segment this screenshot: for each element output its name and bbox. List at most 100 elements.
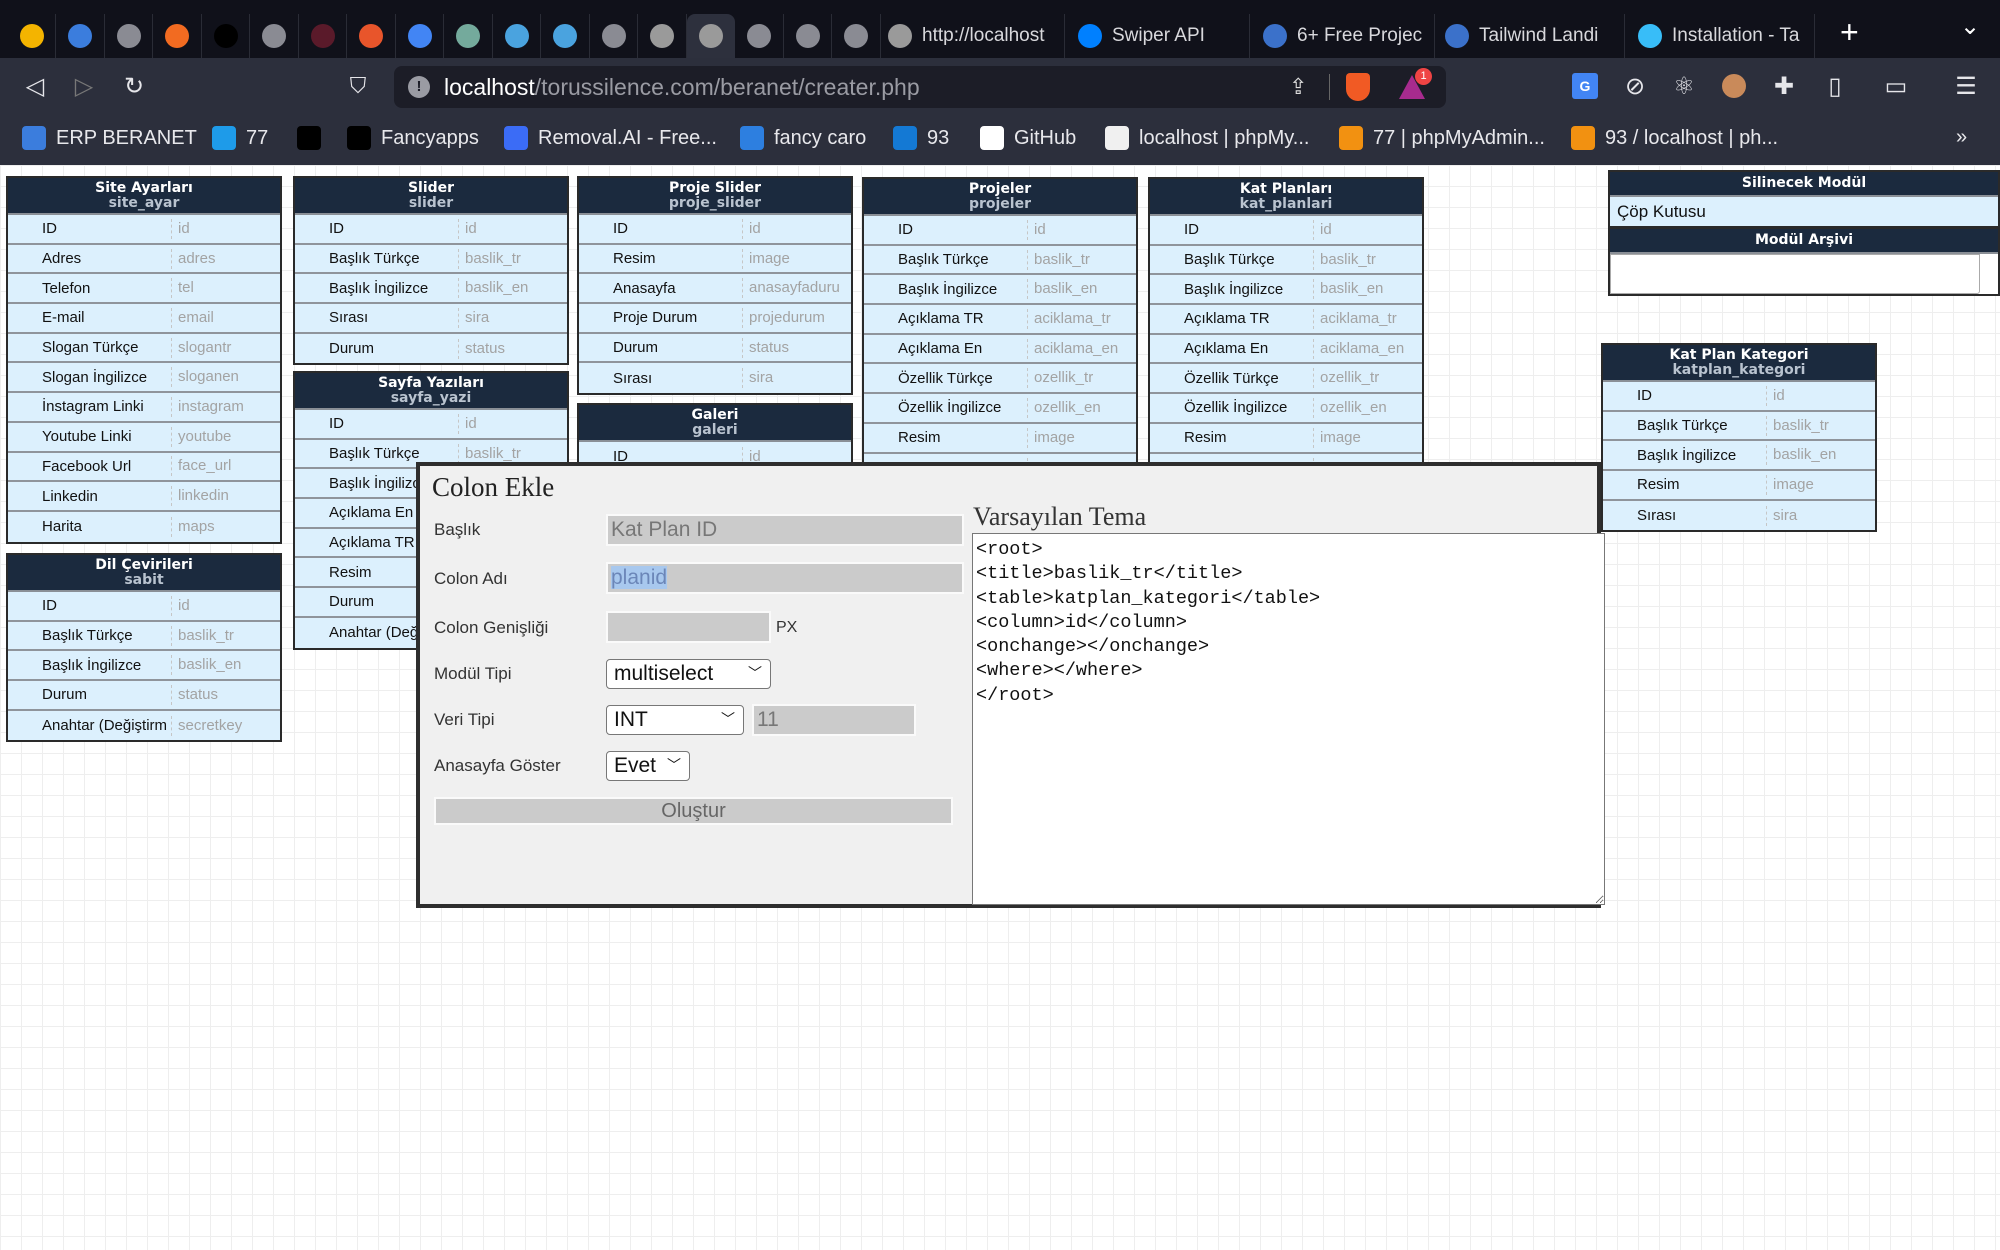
table-row[interactable]: Başlık İngilizce baslik_en xyxy=(1603,441,1875,472)
google-translate-icon[interactable]: G xyxy=(1572,73,1598,99)
veri-tipi-select[interactable]: INT ﹀ xyxy=(606,705,744,735)
browser-tab[interactable] xyxy=(348,14,396,58)
trash-item[interactable]: Çöp Kutusu xyxy=(1610,197,1998,226)
browser-tab[interactable] xyxy=(105,14,153,58)
olustur-button[interactable]: Oluştur xyxy=(434,797,953,825)
table-header[interactable]: Kat Planları kat_planlari xyxy=(1150,179,1422,216)
table-row[interactable]: Resim image xyxy=(579,245,851,275)
table-header[interactable]: Proje Slider proje_slider xyxy=(579,178,851,215)
colon-genisligi-input[interactable] xyxy=(606,611,771,643)
new-tab-button[interactable]: + xyxy=(1840,14,1859,51)
table-row[interactable]: Anahtar (Değiştirm secretkey xyxy=(8,711,280,741)
table-header[interactable]: Sayfa Yazıları sayfa_yazi xyxy=(295,373,567,410)
bookmark-item[interactable]: 93 / localhost | ph... xyxy=(1571,126,1778,150)
table-row[interactable]: Sırası sira xyxy=(579,363,851,393)
bookmark-item[interactable] xyxy=(297,126,321,150)
compass-icon[interactable]: ⊘ xyxy=(1617,68,1653,104)
bookmark-item[interactable]: localhost | phpMy... xyxy=(1105,126,1309,150)
browser-tab[interactable] xyxy=(8,14,56,58)
table-row[interactable]: Başlık Türkçe baslik_tr xyxy=(295,245,567,275)
info-icon[interactable]: ! xyxy=(408,76,430,98)
brave-shields-icon[interactable] xyxy=(1346,73,1370,101)
table-row[interactable]: Durum status xyxy=(295,334,567,364)
menu-icon[interactable]: ☰ xyxy=(1948,68,1984,104)
veri-uzunluk-input[interactable]: 11 xyxy=(752,704,916,736)
address-bar[interactable]: ! localhost/torussilence.com/beranet/cre… xyxy=(394,66,1446,108)
browser-tab[interactable] xyxy=(445,14,493,58)
browser-tab[interactable]: http://localhost xyxy=(880,14,1065,58)
tab-list-chevron-icon[interactable]: ⌄ xyxy=(1960,12,1980,41)
table-row[interactable]: Başlık İngilizce baslik_en xyxy=(1150,275,1422,306)
bookmark-item[interactable]: 77 xyxy=(212,126,268,150)
table-row[interactable]: Slogan Türkçe slogantr xyxy=(8,334,280,364)
table-row[interactable]: Özellik İngilizce ozellik_en xyxy=(1150,394,1422,424)
table-row[interactable]: ID id xyxy=(864,216,1136,246)
table-row[interactable]: Telefon tel xyxy=(8,274,280,305)
table-row[interactable]: ID id xyxy=(1150,216,1422,246)
bookmark-item[interactable]: ERP BERANET xyxy=(22,126,197,150)
table-row[interactable]: E-mail email xyxy=(8,304,280,334)
table-row[interactable]: Durum status xyxy=(8,681,280,711)
browser-tab[interactable] xyxy=(736,14,784,58)
back-icon[interactable]: ◁ xyxy=(17,68,53,104)
varsayilan-tema-textarea[interactable]: <root> <title>baslik_tr</title> <table>k… xyxy=(972,533,1605,905)
table-header[interactable]: Slider slider xyxy=(295,178,567,215)
avatar-extension-icon[interactable] xyxy=(1722,74,1746,98)
table-row[interactable]: ID id xyxy=(1603,382,1875,412)
bookmark-item[interactable]: GitHub xyxy=(980,126,1076,150)
reload-icon[interactable]: ↻ xyxy=(116,68,152,104)
browser-tab[interactable]: Swiper API xyxy=(1070,14,1250,58)
colon-adi-input[interactable]: planid xyxy=(606,562,964,594)
module-table-sabit[interactable]: Dil Çevirileri sabit ID id Başlık Türkçe basl… xyxy=(6,553,282,743)
table-header[interactable]: Projeler projeler xyxy=(864,179,1136,216)
trash-module-box[interactable]: Silinecek Modül Çöp Kutusu xyxy=(1608,170,2000,228)
table-row[interactable]: Özellik Türkçe ozellik_tr xyxy=(1150,364,1422,395)
table-row[interactable]: Başlık Türkçe baslik_tr xyxy=(1150,246,1422,276)
table-row[interactable]: ID id xyxy=(295,410,567,440)
table-row[interactable]: Resim image xyxy=(1603,471,1875,501)
table-row[interactable]: Başlık Türkçe baslik_tr xyxy=(1603,412,1875,442)
table-row[interactable]: İnstagram Linki instagram xyxy=(8,393,280,423)
browser-tab[interactable] xyxy=(202,14,250,58)
browser-tab[interactable]: Installation - Ta xyxy=(1630,14,1815,58)
browser-tab[interactable] xyxy=(590,14,638,58)
browser-tab[interactable]: Tailwind Landi xyxy=(1437,14,1625,58)
baslik-input[interactable]: Kat Plan ID xyxy=(606,514,964,546)
table-header[interactable]: Kat Plan Kategori katplan_kategori xyxy=(1603,345,1875,382)
table-header[interactable]: Galeri galeri xyxy=(579,405,851,442)
table-row[interactable]: Linkedin linkedin xyxy=(8,482,280,512)
table-row[interactable]: Sırası sira xyxy=(1603,501,1875,531)
table-header[interactable]: Site Ayarları site_ayar xyxy=(8,178,280,215)
table-row[interactable]: Açıklama TR aciklama_tr xyxy=(1150,305,1422,335)
modul-tipi-select[interactable]: multiselect ﹀ xyxy=(606,659,771,689)
browser-tab[interactable] xyxy=(784,14,832,58)
table-row[interactable]: ID id xyxy=(295,215,567,245)
bookmark-item[interactable]: 77 | phpMyAdmin... xyxy=(1339,126,1545,150)
table-row[interactable]: ID id xyxy=(8,215,280,245)
table-row[interactable]: Slogan İngilizce sloganen xyxy=(8,363,280,394)
table-row[interactable]: Başlık Türkçe baslik_tr xyxy=(8,622,280,652)
table-row[interactable]: Durum status xyxy=(579,334,851,364)
table-row[interactable]: Başlık İngilizce baslik_en xyxy=(295,274,567,305)
bookmark-item[interactable]: fancy caro xyxy=(740,126,866,150)
browser-tab[interactable] xyxy=(57,14,105,58)
table-row[interactable]: Özellik İngilizce ozellik_en xyxy=(864,394,1136,424)
browser-tab[interactable] xyxy=(687,14,735,58)
module-table-site-ayar[interactable]: Site Ayarları site_ayar ID id Adres adres Tele… xyxy=(6,176,282,544)
module-table-katplan-kategori[interactable]: Kat Plan Kategori katplan_kategori ID id Baş… xyxy=(1601,343,1877,533)
extensions-icon[interactable]: ✚ xyxy=(1766,68,1802,104)
bookmark-item[interactable]: Removal.AI - Free... xyxy=(504,126,717,150)
bookmark-item[interactable]: 93 xyxy=(893,126,949,150)
table-row[interactable]: Başlık İngilizce baslik_en xyxy=(8,651,280,682)
browser-tab[interactable] xyxy=(639,14,687,58)
more-bookmarks-button[interactable]: » xyxy=(1956,126,1967,149)
table-row[interactable]: Sırası sira xyxy=(295,304,567,334)
table-header[interactable]: Dil Çevirileri sabit xyxy=(8,555,280,592)
module-table-slider[interactable]: Slider slider ID id Başlık Türkçe baslik_tr Ba… xyxy=(293,176,569,366)
table-row[interactable]: Youtube Linki youtube xyxy=(8,423,280,453)
browser-tab[interactable] xyxy=(542,14,590,58)
table-row[interactable]: ID id xyxy=(579,215,851,245)
table-row[interactable]: Açıklama En aciklama_en xyxy=(864,335,1136,365)
table-row[interactable]: Açıklama TR aciklama_tr xyxy=(864,305,1136,335)
anasayfa-goster-select[interactable]: Evet ﹀ xyxy=(606,751,690,781)
